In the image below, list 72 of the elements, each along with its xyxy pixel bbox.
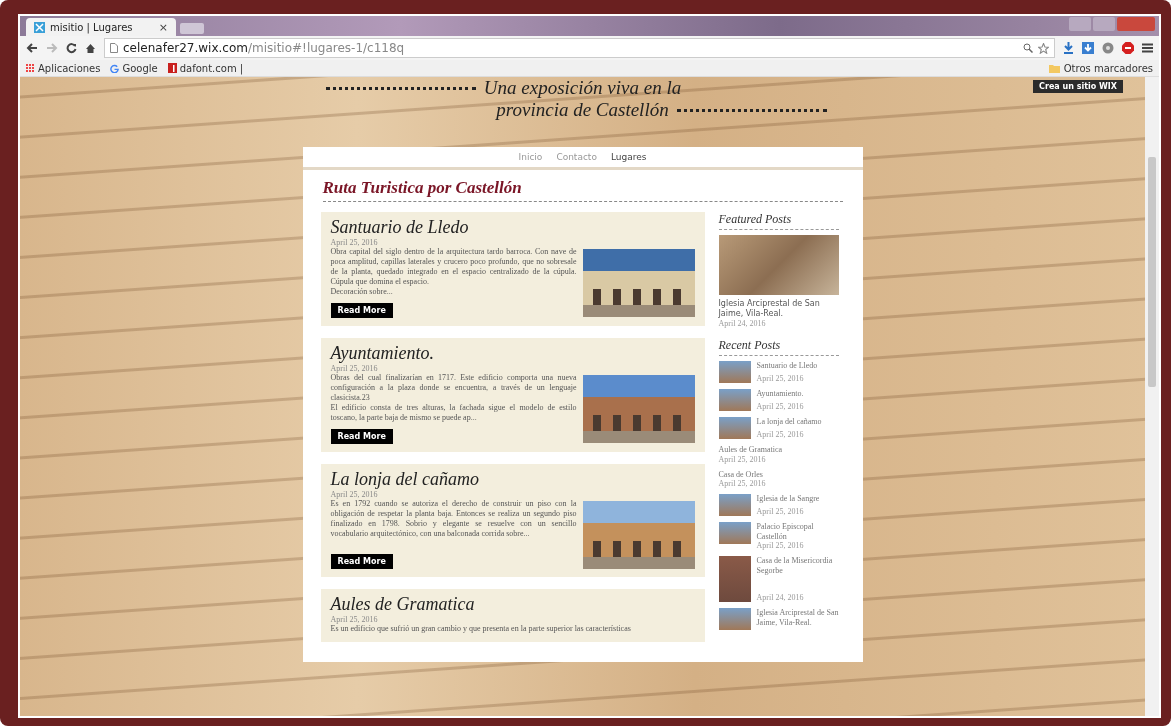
folder-icon — [1048, 63, 1060, 73]
film-reel-icon[interactable] — [1102, 42, 1114, 54]
post-date: April 25, 2016 — [718, 479, 766, 489]
bookmark-link[interactable]: Aplicaciones — [38, 62, 101, 74]
apps-grid-icon — [26, 63, 35, 73]
wix-badge[interactable]: Crea un sitio WIX — [1033, 80, 1123, 93]
thumbnail-photo — [718, 494, 751, 517]
post-date: April 25, 2016 — [756, 374, 805, 383]
post-date: April 24, 2016 — [756, 593, 805, 603]
page-icon — [110, 43, 118, 53]
recent-post-link[interactable]: La lonja del cañamo — [756, 417, 822, 427]
zoom-icon[interactable] — [1023, 43, 1033, 53]
recent-post-link[interactable]: Casa de la Misericordia Segorbe — [756, 556, 839, 576]
star-icon[interactable] — [1038, 42, 1049, 54]
post-date: April 25, 2016 — [756, 402, 804, 411]
sidebar-heading: Recent Posts — [718, 338, 839, 356]
post-excerpt: Es un edificio que sufrió un gran cambio y que presenta en la parte superior las características — [330, 624, 632, 634]
headline: Una exposición viva en la — [483, 77, 682, 99]
recent-post-link[interactable]: Aules de Gramatica — [718, 445, 783, 455]
post-excerpt: Es en 1792 cuando se autoriza el derecho de construir un piso con la obligación de respetar la planta baja. Entonces se realiza un segundo piso finalizado en 1798. Sobrio y elegante se resuelve con un sencillo vocabulario arquitectónico, con una balconada corrida sobre... — [330, 499, 577, 540]
recent-post-link[interactable]: Casa de Orles — [718, 469, 766, 480]
download-box-icon[interactable] — [1082, 42, 1094, 54]
bookmark-link[interactable]: dafont.com | — [179, 62, 244, 74]
post-title[interactable]: Aules de Gramatica — [330, 594, 695, 615]
thumbnail-photo — [718, 556, 751, 603]
other-bookmarks-link[interactable]: Otros marcadores — [1063, 62, 1153, 74]
headline: provincia de Castellón — [496, 99, 669, 121]
thumbnail-photo — [718, 522, 751, 545]
scrollbar[interactable] — [1145, 77, 1159, 716]
tab-close-button[interactable]: × — [158, 20, 168, 34]
download-icon[interactable] — [1063, 42, 1074, 54]
reload-icon[interactable] — [66, 42, 77, 54]
post-date: April 25, 2016 — [756, 541, 805, 551]
thumbnail-photo — [718, 417, 751, 439]
post-excerpt: Obras del cual finalizarían en 1717. Este edificio comporta una nueva configuración a la plaza donde se encuentra, a través de un lenguaje clasicista.23 El edificio consta de tres alturas, la fachada sigue el modelo de estilo toscano, la parte baja de mismo se puede ap... — [330, 373, 577, 423]
address-bar[interactable]: celenafer27.wix.com/misitio#!lugares-1/c118q — [104, 38, 1055, 58]
post-title[interactable]: La lonja del cañamo — [330, 469, 695, 490]
recent-post-link[interactable]: Ayuntamiento. — [756, 389, 804, 399]
post-date: April 25, 2016 — [718, 454, 767, 464]
post-date: April 25, 2016 — [330, 490, 379, 499]
nav-link[interactable]: Lugares — [610, 152, 647, 162]
google-g-icon — [110, 63, 120, 73]
recent-post-link[interactable]: Iglesia de la Sangre — [756, 494, 820, 504]
post-date: April 25, 2016 — [756, 430, 805, 439]
recent-post-link[interactable]: Iglesia Arciprestal de San Jaime, Vila-Real. — [756, 608, 839, 628]
post-title[interactable]: Santuario de Lledo — [330, 217, 695, 238]
read-more-button[interactable]: Read More — [330, 303, 393, 318]
post-title[interactable]: Ayuntamiento. — [330, 343, 695, 364]
post-date: April 24, 2016 — [718, 319, 767, 328]
thumbnail-photo — [718, 389, 751, 411]
browser-tab[interactable]: misitio | Lugares × — [26, 18, 176, 36]
blog-title: Ruta Turistica por Castellón — [322, 178, 843, 202]
post-date: April 25, 2016 — [330, 364, 379, 373]
menu-icon[interactable] — [1142, 43, 1153, 53]
post-date: April 25, 2016 — [756, 507, 805, 517]
recent-post-link[interactable]: Palacio Episcopal Castellón — [756, 522, 839, 542]
wix-favicon-icon — [34, 21, 45, 33]
bookmark-link[interactable]: Google — [122, 62, 158, 74]
thumbnail-photo — [718, 361, 751, 383]
read-more-button[interactable]: Read More — [330, 554, 393, 569]
adblock-icon[interactable] — [1122, 42, 1134, 54]
recent-post-link[interactable]: Santuario de Lledo — [756, 361, 818, 371]
post-excerpt: Obra capital del siglo dentro de la arquitectura tardo barroca. Con nave de poca amplitud, capillas laterales y crucero poco profundo, que no sobresale de la planta, quedado integrado en el espacio centralizado de la cúpula. Cúpula que domina el espacio. Decoración sobre... — [330, 247, 577, 297]
thumbnail-photo — [718, 608, 751, 631]
sidebar-heading: Featured Posts — [718, 212, 839, 230]
home-icon[interactable] — [85, 42, 96, 54]
back-arrow-icon[interactable] — [26, 43, 38, 53]
read-more-button[interactable]: Read More — [330, 429, 393, 444]
post-date: April 25, 2016 — [330, 238, 379, 247]
featured-post-title[interactable]: Iglesia Arciprestal de San Jaime, Vila-Real. — [718, 299, 839, 319]
dafont-logo-icon — [167, 63, 177, 73]
post-date: April 25, 2016 — [330, 615, 379, 624]
